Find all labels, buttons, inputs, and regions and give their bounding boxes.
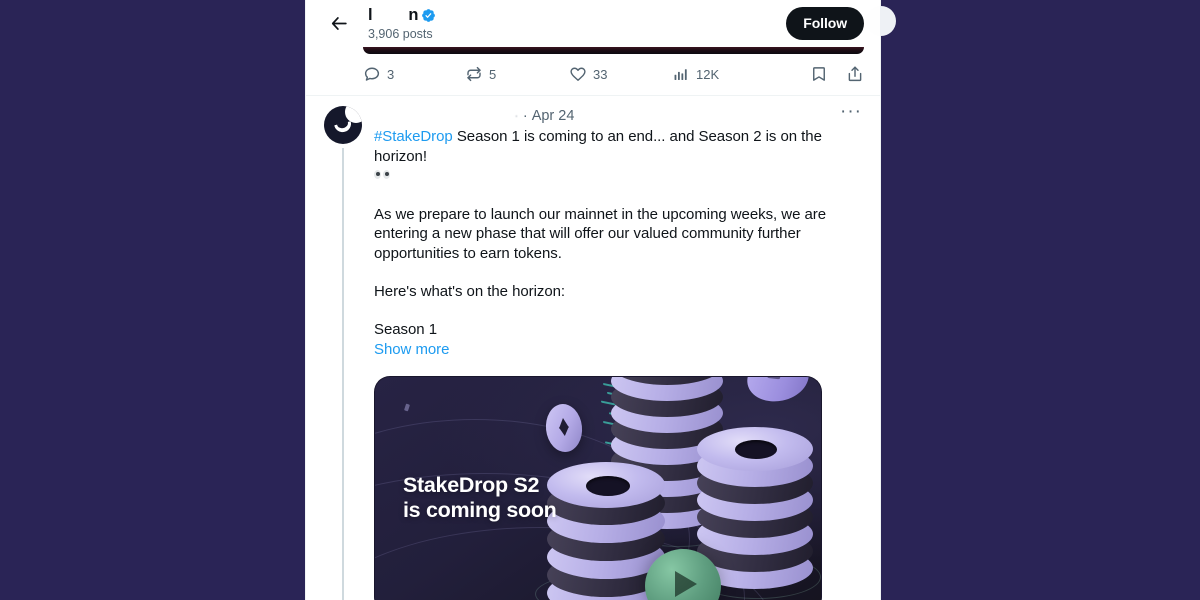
bookmark-icon bbox=[810, 65, 828, 83]
avatar-arc-mark bbox=[333, 121, 353, 134]
header-title-block: l n 3,906 posts bbox=[368, 5, 786, 42]
heart-icon bbox=[569, 65, 587, 83]
post-media-image[interactable]: StakeDrop S2 is coming soon bbox=[374, 375, 822, 600]
like-button[interactable]: 33 bbox=[569, 65, 672, 83]
post-count-label: 3,906 posts bbox=[368, 27, 433, 41]
bookmark-button[interactable] bbox=[810, 65, 828, 83]
show-more-link[interactable]: Show more bbox=[374, 340, 864, 360]
screenshot-stage: l n 3,906 posts Follow 3 5 33 12K · · Ap… bbox=[0, 0, 1200, 600]
post-paragraph-1: As we prepare to launch our mainnet in t… bbox=[374, 205, 827, 262]
media-headline: StakeDrop S2 is coming soon bbox=[403, 472, 557, 523]
post-gutter bbox=[322, 106, 363, 600]
previous-post-action-bar: 3 5 33 12K bbox=[306, 54, 880, 87]
verified-badge-icon bbox=[421, 8, 436, 23]
reply-button[interactable]: 3 bbox=[363, 65, 465, 83]
views-button[interactable]: 12K bbox=[672, 65, 810, 83]
post-content: · · Apr 24 ··· #StakeDrop Season 1 is co… bbox=[363, 102, 864, 600]
post-headline: #StakeDrop Season 1 is coming to an end.… bbox=[374, 127, 864, 186]
share-icon bbox=[846, 65, 864, 83]
repost-count: 5 bbox=[489, 66, 497, 82]
repost-icon bbox=[465, 65, 483, 83]
post-paragraph-3: Season 1 bbox=[374, 320, 437, 338]
post-date[interactable]: Apr 24 bbox=[532, 108, 575, 124]
post-paragraph-2: Here's what's on the horizon: bbox=[374, 283, 566, 300]
header-name-row: l n bbox=[368, 5, 786, 26]
thread-connector-line bbox=[341, 148, 344, 600]
like-count: 33 bbox=[593, 66, 608, 82]
back-button[interactable] bbox=[322, 7, 356, 41]
more-options-button[interactable]: ··· bbox=[838, 102, 864, 121]
post-meta-row: · · Apr 24 ··· bbox=[374, 102, 864, 126]
reply-count: 3 bbox=[387, 66, 395, 82]
page-title: l n bbox=[368, 6, 419, 24]
views-count: 12K bbox=[696, 66, 720, 82]
avatar[interactable] bbox=[323, 106, 362, 144]
follow-button[interactable]: Follow bbox=[786, 7, 864, 40]
previous-post: 3 5 33 12K bbox=[306, 47, 880, 96]
avatar-notch bbox=[344, 106, 362, 123]
hashtag-link[interactable]: #StakeDrop bbox=[374, 128, 453, 145]
timeline-column: l n 3,906 posts Follow 3 5 33 12K · · Ap… bbox=[305, 0, 881, 600]
repost-button[interactable]: 5 bbox=[465, 65, 569, 83]
reply-icon bbox=[363, 65, 381, 83]
views-chart-icon bbox=[672, 65, 690, 83]
meta-separator: · bbox=[522, 108, 528, 124]
show-more-link-wrap: Show more bbox=[374, 340, 864, 360]
author-handle: · bbox=[514, 108, 519, 124]
main-post: · · Apr 24 ··· #StakeDrop Season 1 is co… bbox=[306, 96, 880, 600]
eyes-emoji bbox=[374, 169, 391, 181]
previous-post-media[interactable] bbox=[363, 47, 864, 54]
arrow-left-icon bbox=[330, 14, 349, 33]
page-header: l n 3,906 posts Follow bbox=[306, 0, 880, 47]
share-button[interactable] bbox=[846, 65, 864, 83]
